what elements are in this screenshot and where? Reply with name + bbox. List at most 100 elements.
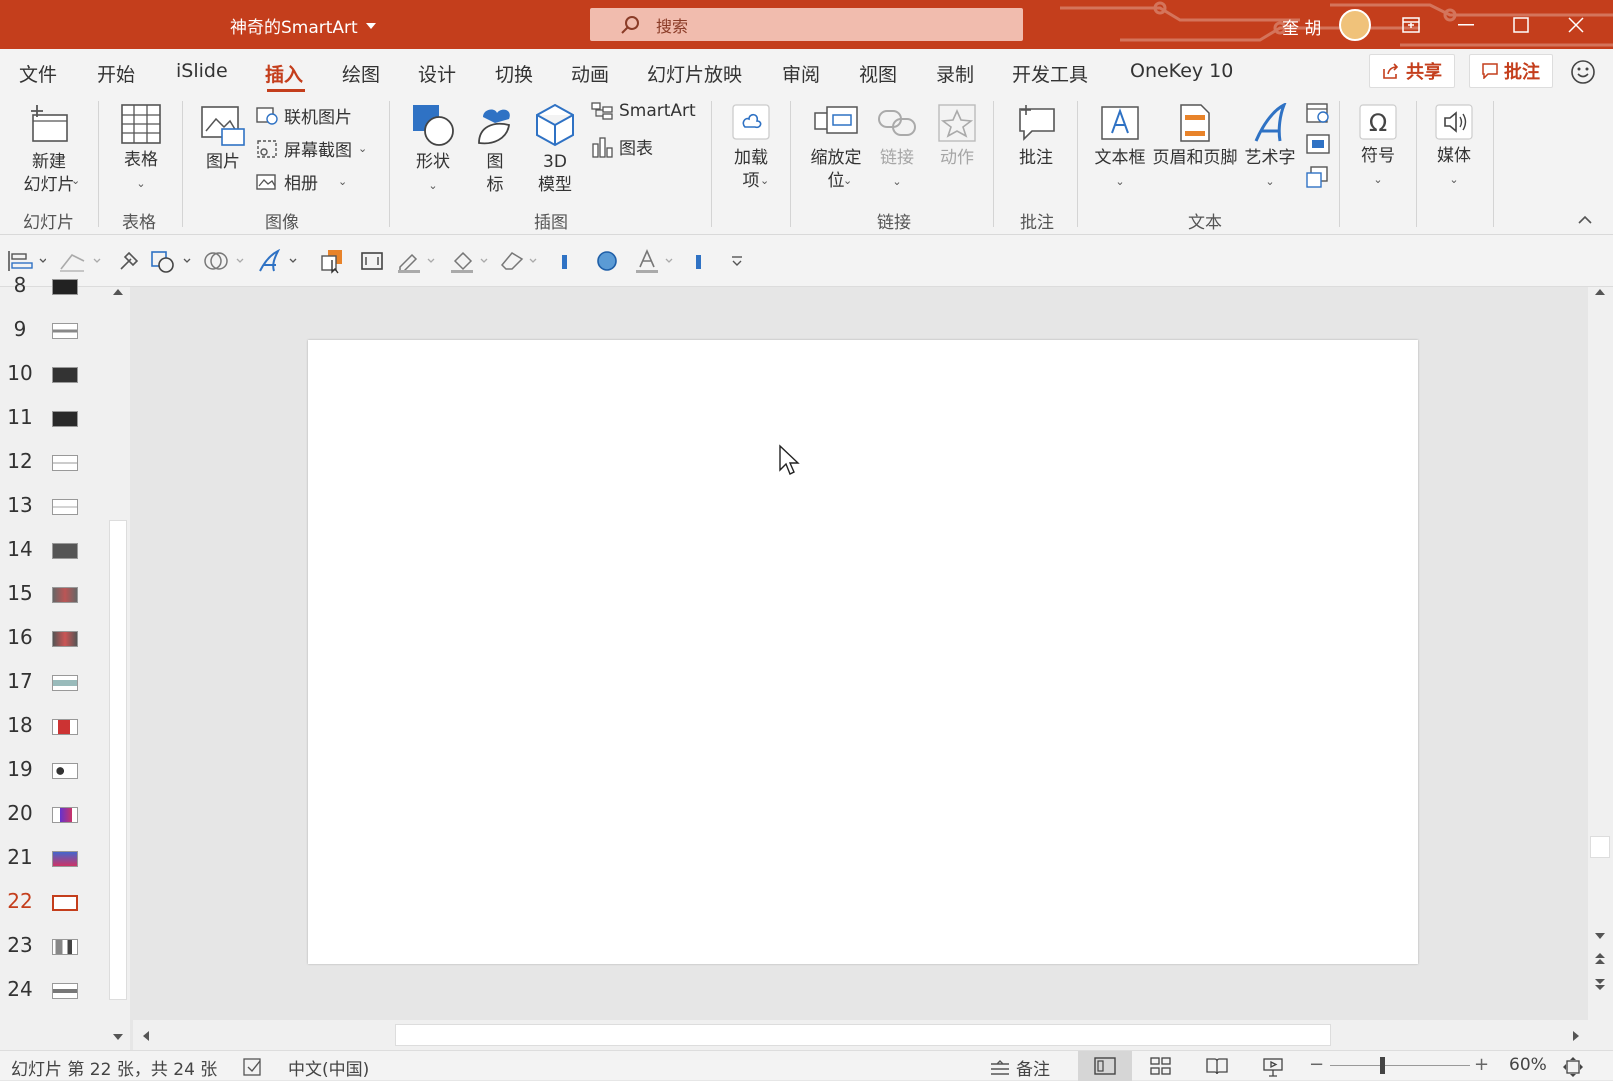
- addins-button[interactable]: 加载 项: [723, 103, 779, 193]
- search-box[interactable]: 搜索: [590, 8, 1023, 41]
- font-color-button[interactable]: [634, 248, 680, 274]
- tab-slideshow[interactable]: 幻灯片放映: [647, 60, 742, 87]
- shapes-button[interactable]: 形状 ⌄: [405, 103, 461, 197]
- symbol-button[interactable]: Ω 符号 ⌄: [1352, 103, 1404, 191]
- slideshow-icon[interactable]: [1262, 1057, 1284, 1077]
- scroll-left-icon[interactable]: [141, 1030, 151, 1042]
- scroll-up-icon[interactable]: [112, 287, 124, 297]
- tab-insert[interactable]: 插入: [265, 60, 303, 87]
- tab-draw[interactable]: 绘图: [342, 60, 380, 87]
- slide-thumbnail[interactable]: 18: [0, 707, 104, 747]
- current-slide[interactable]: [308, 340, 1418, 964]
- tab-file[interactable]: 文件: [19, 60, 57, 87]
- textbox-button[interactable]: 文本框 ⌄: [1088, 103, 1152, 193]
- tab-islide[interactable]: iSlide: [176, 60, 228, 82]
- slide-thumbnail[interactable]: 15: [0, 575, 104, 615]
- minimize-button[interactable]: [1438, 0, 1493, 49]
- album-button[interactable]: 相册 ⌄: [256, 169, 347, 194]
- shape-circle-button[interactable]: [595, 248, 619, 274]
- slide-thumbnail[interactable]: 17: [0, 663, 104, 703]
- avatar[interactable]: [1339, 9, 1371, 41]
- customize-toolbar-button[interactable]: [730, 248, 744, 274]
- tab-review[interactable]: 审阅: [782, 60, 820, 87]
- tab-design[interactable]: 设计: [418, 60, 456, 87]
- format-painter-button[interactable]: [117, 248, 141, 274]
- tab-record[interactable]: 录制: [936, 60, 974, 87]
- close-button[interactable]: [1548, 0, 1603, 49]
- action-button[interactable]: 动作: [932, 103, 982, 170]
- scroll-up-icon[interactable]: [1594, 287, 1606, 297]
- slide-thumbnail[interactable]: 13: [0, 487, 104, 527]
- scrollbar-thumb[interactable]: [395, 1024, 1331, 1046]
- header-footer-button[interactable]: 页眉和页脚: [1152, 103, 1238, 170]
- zoom-button[interactable]: 缩放定 位: [801, 103, 871, 193]
- tab-home[interactable]: 开始: [97, 60, 135, 87]
- notes-button[interactable]: 备注: [990, 1055, 1050, 1080]
- previous-slide-icon[interactable]: [1594, 952, 1606, 966]
- language-indicator[interactable]: 中文(中国): [288, 1055, 369, 1080]
- tab-onekey[interactable]: OneKey 10: [1130, 60, 1233, 82]
- user-name[interactable]: 奎 胡: [1282, 14, 1321, 39]
- slide-thumbnail[interactable]: 24: [0, 971, 104, 1011]
- picture-button[interactable]: 图片: [195, 103, 251, 174]
- slide-thumbnail[interactable]: 10: [0, 355, 104, 395]
- tab-animations[interactable]: 动画: [571, 60, 609, 87]
- smartart-button[interactable]: SmartArt: [591, 101, 696, 121]
- slide-thumbnail[interactable]: 20: [0, 795, 104, 835]
- merge-shapes-button[interactable]: [203, 248, 249, 274]
- link-button[interactable]: 链接 ⌄: [872, 103, 922, 193]
- zoom-level[interactable]: 60%: [1509, 1055, 1547, 1075]
- shape-fill-button[interactable]: [449, 248, 495, 274]
- thumbnail-scrollbar[interactable]: [107, 287, 129, 1050]
- vertical-scrollbar[interactable]: [1588, 287, 1613, 1050]
- scrollbar-thumb[interactable]: [109, 520, 127, 1000]
- media-button[interactable]: 媒体 ⌄: [1428, 103, 1480, 191]
- normal-view-button[interactable]: [1078, 1051, 1132, 1081]
- slide-thumbnail[interactable]: 16: [0, 619, 104, 659]
- slide-thumbnail[interactable]: 19: [0, 751, 104, 791]
- select-objects-button[interactable]: [320, 248, 346, 274]
- slide-thumbnail[interactable]: 21: [0, 839, 104, 879]
- scrollbar-thumb[interactable]: [1590, 836, 1610, 858]
- scroll-right-icon[interactable]: [1571, 1030, 1581, 1042]
- reading-view-icon[interactable]: [1206, 1057, 1228, 1075]
- chart-button[interactable]: 图表: [591, 134, 653, 159]
- 3d-models-button[interactable]: 3D 模型: [527, 103, 583, 197]
- comments-button[interactable]: 批注: [1469, 54, 1553, 88]
- object-icon[interactable]: [1305, 165, 1331, 189]
- tab-view[interactable]: 视图: [859, 60, 897, 87]
- maximize-button[interactable]: [1493, 0, 1548, 49]
- line-color-swatch[interactable]: [560, 248, 570, 274]
- spellcheck-icon[interactable]: [243, 1058, 263, 1076]
- zoom-in-icon[interactable]: +: [1474, 1054, 1489, 1075]
- tab-transitions[interactable]: 切换: [495, 60, 533, 87]
- screenshot-button[interactable]: 屏幕截图 ⌄: [256, 136, 367, 161]
- insert-shape-button[interactable]: [150, 248, 196, 274]
- scroll-down-icon[interactable]: [1594, 931, 1606, 941]
- table-button[interactable]: 表格 ⌄: [110, 103, 172, 195]
- collapse-ribbon-icon[interactable]: [1578, 215, 1592, 225]
- slide-thumbnail[interactable]: 23: [0, 927, 104, 967]
- date-time-icon[interactable]: [1305, 101, 1331, 125]
- fill-color-swatch[interactable]: [694, 248, 704, 274]
- eraser-button[interactable]: [498, 248, 544, 274]
- share-button[interactable]: 共享: [1369, 54, 1455, 88]
- ribbon-display-options-button[interactable]: [1383, 0, 1438, 49]
- slide-thumbnail[interactable]: 9: [0, 311, 104, 351]
- fit-to-window-icon[interactable]: [1562, 1056, 1584, 1078]
- comment-button[interactable]: 批注: [1008, 103, 1064, 170]
- slide-thumbnail[interactable]: 14: [0, 531, 104, 571]
- zoom-slider-thumb[interactable]: [1379, 1057, 1385, 1074]
- horizontal-scrollbar[interactable]: [133, 1020, 1588, 1050]
- document-title[interactable]: 神奇的SmartArt: [230, 13, 376, 38]
- icons-button[interactable]: 图 标: [470, 103, 520, 197]
- crop-button[interactable]: [359, 248, 385, 274]
- slide-sorter-icon[interactable]: [1150, 1057, 1172, 1075]
- zoom-slider[interactable]: [1330, 1065, 1470, 1066]
- zoom-out-icon[interactable]: −: [1309, 1054, 1324, 1075]
- slide-number-icon[interactable]: [1305, 133, 1331, 157]
- slide-thumbnail-selected[interactable]: 22: [0, 883, 104, 923]
- shape-outline-button[interactable]: [396, 248, 442, 274]
- slide-thumbnail[interactable]: 11: [0, 399, 104, 439]
- smiley-icon[interactable]: [1570, 59, 1596, 85]
